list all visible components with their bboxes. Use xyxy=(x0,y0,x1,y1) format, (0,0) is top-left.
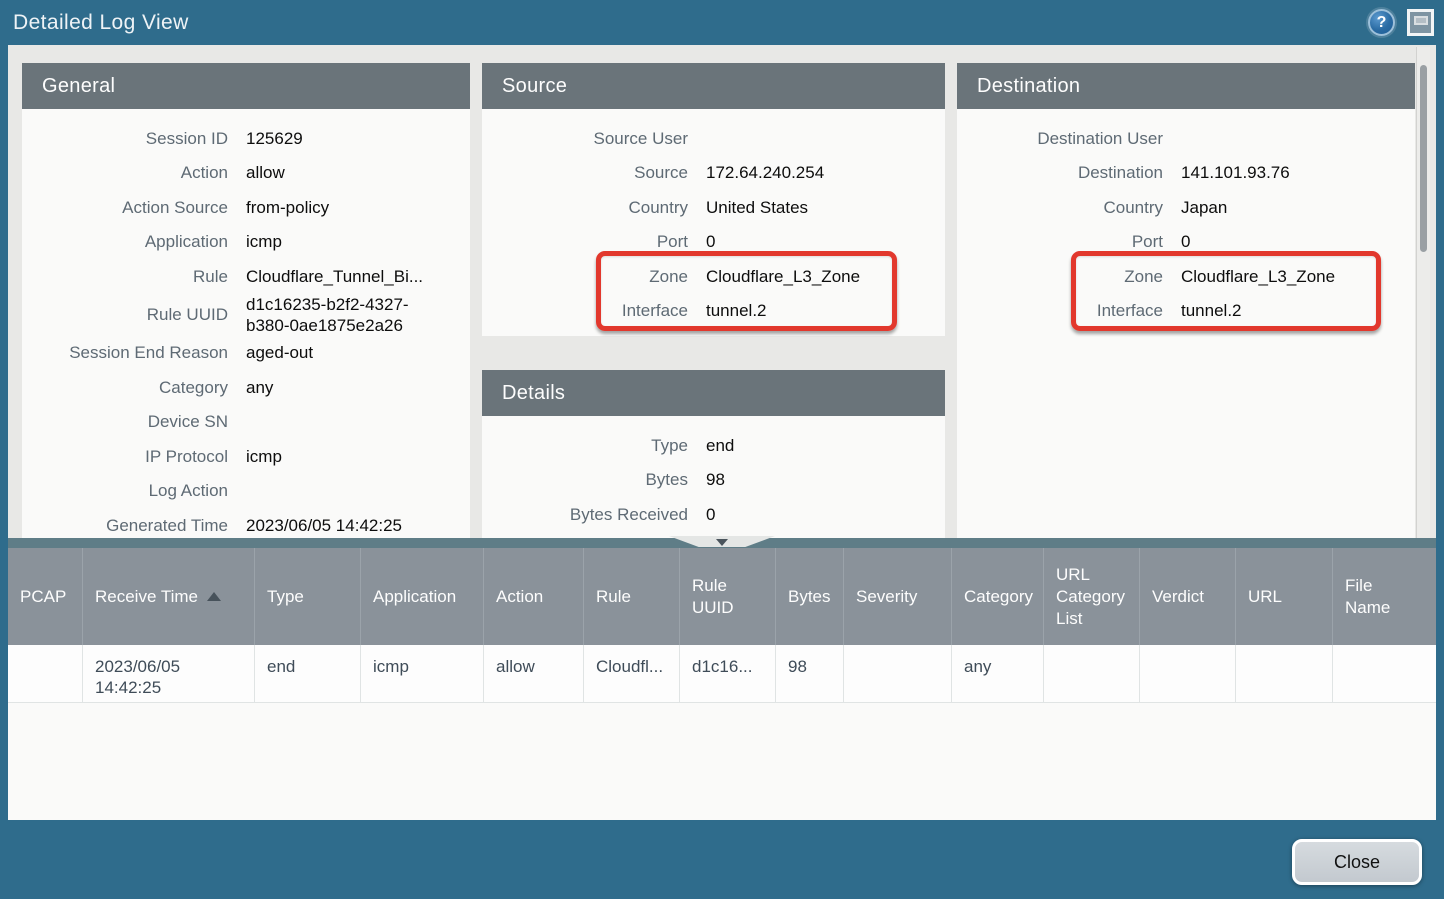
cell-pcap xyxy=(8,645,83,703)
field-source: Source172.64.240.254 xyxy=(482,156,945,191)
field-bytes-received: Bytes Received0 xyxy=(482,497,945,532)
field-bytes: Bytes98 xyxy=(482,463,945,498)
field-destination: Destination141.101.93.76 xyxy=(957,156,1415,191)
window-icon[interactable] xyxy=(1407,9,1434,36)
field-source-interface: Interfacetunnel.2 xyxy=(482,294,945,329)
column-header-url-category-list[interactable]: URL Category List xyxy=(1044,548,1140,645)
source-panel: Source Source User Source172.64.240.254 … xyxy=(482,63,945,336)
destination-panel: Destination Destination User Destination… xyxy=(957,63,1415,538)
field-ip-protocol: IP Protocolicmp xyxy=(22,439,470,474)
titlebar-icons: ? xyxy=(1368,9,1434,36)
field-generated-time: Generated Time2023/06/05 14:42:25 xyxy=(22,508,470,538)
cell-rule-uuid: d1c16... xyxy=(680,645,776,703)
details-panel-header: Details xyxy=(482,370,945,416)
field-action: Actionallow xyxy=(22,156,470,191)
column-header-action[interactable]: Action xyxy=(484,548,584,645)
cell-verdict xyxy=(1140,645,1236,703)
field-rule-uuid: Rule UUIDd1c16235-b2f2-4327-b380-0ae1875… xyxy=(22,294,470,336)
field-action-source: Action Sourcefrom-policy xyxy=(22,190,470,225)
field-log-action: Log Action xyxy=(22,474,470,509)
field-destination-user: Destination User xyxy=(957,121,1415,156)
column-header-category[interactable]: Category xyxy=(952,548,1044,645)
cell-action: allow xyxy=(484,645,584,703)
column-header-application[interactable]: Application xyxy=(361,548,484,645)
cell-category: any xyxy=(952,645,1044,703)
close-button[interactable]: Close xyxy=(1292,839,1422,885)
window-icon-inner xyxy=(1414,16,1428,25)
field-destination-country: CountryJapan xyxy=(957,190,1415,225)
field-destination-interface: Interfacetunnel.2 xyxy=(957,294,1415,329)
general-panel-body: Session ID125629 Actionallow Action Sour… xyxy=(22,109,470,538)
log-table: PCAP Receive Time Type Application Actio… xyxy=(8,548,1436,820)
sort-ascending-icon xyxy=(207,592,221,601)
column-header-bytes[interactable]: Bytes xyxy=(776,548,844,645)
cell-receive-time: 2023/06/05 14:42:25 xyxy=(83,645,255,703)
column-header-receive-time[interactable]: Receive Time xyxy=(83,548,255,645)
dialog-content: General Session ID125629 Actionallow Act… xyxy=(8,45,1436,820)
field-destination-zone: ZoneCloudflare_L3_Zone xyxy=(957,259,1415,294)
field-source-zone: ZoneCloudflare_L3_Zone xyxy=(482,259,945,294)
field-application: Applicationicmp xyxy=(22,225,470,260)
column-header-verdict[interactable]: Verdict xyxy=(1140,548,1236,645)
general-panel-header: General xyxy=(22,63,470,109)
cell-application: icmp xyxy=(361,645,484,703)
field-session-end-reason: Session End Reasonaged-out xyxy=(22,336,470,371)
log-table-header-row: PCAP Receive Time Type Application Actio… xyxy=(8,548,1436,645)
field-destination-port: Port0 xyxy=(957,225,1415,260)
column-header-severity[interactable]: Severity xyxy=(844,548,952,645)
column-header-rule-uuid[interactable]: Rule UUID xyxy=(680,548,776,645)
cell-severity xyxy=(844,645,952,703)
cell-bytes: 98 xyxy=(776,645,844,703)
page-title: Detailed Log View xyxy=(13,11,189,35)
panel-table-divider xyxy=(8,538,1436,548)
log-detail-panels: General Session ID125629 Actionallow Act… xyxy=(8,45,1436,538)
titlebar: Detailed Log View ? xyxy=(0,0,1444,45)
cell-rule: Cloudfl... xyxy=(584,645,680,703)
column-header-rule[interactable]: Rule xyxy=(584,548,680,645)
vertical-scrollbar[interactable] xyxy=(1416,47,1430,538)
general-panel: General Session ID125629 Actionallow Act… xyxy=(22,63,470,538)
collapse-handle[interactable] xyxy=(669,536,775,547)
cell-url-category-list xyxy=(1044,645,1140,703)
cell-type: end xyxy=(255,645,361,703)
field-source-country: CountryUnited States xyxy=(482,190,945,225)
cell-url xyxy=(1236,645,1333,703)
details-panel: Details Typeend Bytes98 Bytes Received0 xyxy=(482,370,945,538)
field-session-id: Session ID125629 xyxy=(22,121,470,156)
column-header-type[interactable]: Type xyxy=(255,548,361,645)
table-empty-area xyxy=(8,703,1436,820)
vertical-scrollbar-thumb[interactable] xyxy=(1420,65,1427,252)
dialog-footer: Close xyxy=(0,820,1444,899)
destination-panel-body: Destination User Destination141.101.93.7… xyxy=(957,109,1415,538)
details-panel-body: Typeend Bytes98 Bytes Received0 xyxy=(482,416,945,538)
field-device-sn: Device SN xyxy=(22,405,470,440)
table-row[interactable]: 2023/06/05 14:42:25 end icmp allow Cloud… xyxy=(8,645,1436,703)
help-icon[interactable]: ? xyxy=(1368,9,1395,36)
source-panel-body: Source User Source172.64.240.254 Country… xyxy=(482,109,945,336)
field-source-user: Source User xyxy=(482,121,945,156)
column-header-file-name[interactable]: File Name xyxy=(1333,548,1436,645)
source-panel-header: Source xyxy=(482,63,945,109)
destination-panel-header: Destination xyxy=(957,63,1415,109)
column-header-url[interactable]: URL xyxy=(1236,548,1333,645)
cell-file-name xyxy=(1333,645,1436,703)
field-rule: RuleCloudflare_Tunnel_Bi... xyxy=(22,259,470,294)
field-type: Typeend xyxy=(482,428,945,463)
field-category: Categoryany xyxy=(22,370,470,405)
column-header-pcap[interactable]: PCAP xyxy=(8,548,83,645)
field-source-port: Port0 xyxy=(482,225,945,260)
detailed-log-view-dialog: Detailed Log View ? General Session ID12… xyxy=(0,0,1444,899)
